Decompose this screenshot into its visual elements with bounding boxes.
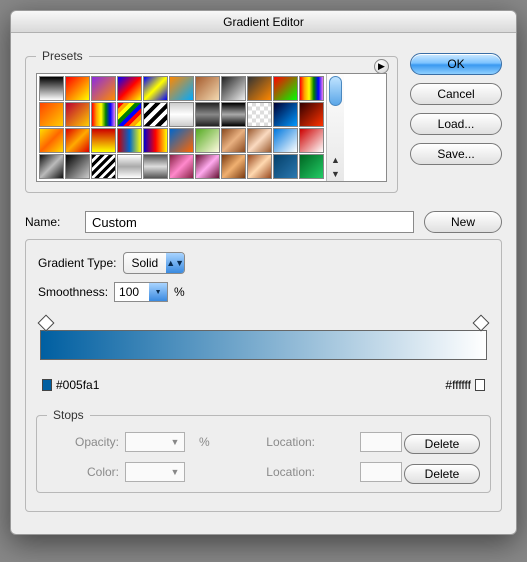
preset-swatch[interactable] bbox=[195, 128, 220, 153]
preset-swatch[interactable] bbox=[195, 102, 220, 127]
preset-swatch[interactable] bbox=[117, 128, 142, 153]
preset-swatch[interactable] bbox=[273, 102, 298, 127]
opacity-location-input[interactable] bbox=[360, 432, 402, 452]
ok-button[interactable]: OK bbox=[410, 53, 502, 75]
preset-swatch[interactable] bbox=[221, 102, 246, 127]
preset-swatch[interactable] bbox=[39, 154, 64, 179]
presets-fieldset: Presets ▶ bbox=[25, 49, 398, 193]
preset-swatch[interactable] bbox=[169, 128, 194, 153]
swatches bbox=[37, 74, 326, 181]
preset-swatch[interactable] bbox=[117, 76, 142, 101]
preset-swatch[interactable] bbox=[221, 76, 246, 101]
load-button[interactable]: Load... bbox=[410, 113, 502, 135]
preset-swatch[interactable] bbox=[273, 76, 298, 101]
cancel-button[interactable]: Cancel bbox=[410, 83, 502, 105]
preset-swatch[interactable] bbox=[247, 128, 272, 153]
color-stop-right-icon[interactable] bbox=[475, 379, 485, 391]
location-label: Location: bbox=[266, 465, 321, 479]
color-input[interactable]: ▼ bbox=[125, 462, 185, 482]
color-label: Color: bbox=[47, 465, 125, 479]
preset-swatch[interactable] bbox=[117, 154, 142, 179]
delete-opacity-stop-button[interactable]: Delete bbox=[404, 434, 480, 454]
gradient-preview-bar[interactable] bbox=[40, 330, 487, 360]
preset-swatch[interactable] bbox=[169, 154, 194, 179]
color-stop-left-icon[interactable] bbox=[42, 379, 52, 391]
location-label: Location: bbox=[266, 435, 321, 449]
preset-swatch[interactable] bbox=[273, 154, 298, 179]
left-color-label: #005fa1 bbox=[56, 378, 99, 392]
scroll-up-icon[interactable]: ▲ bbox=[327, 153, 344, 167]
name-input[interactable] bbox=[85, 211, 414, 233]
gradient-type-value: Solid bbox=[124, 256, 167, 270]
preset-swatch[interactable] bbox=[91, 76, 116, 101]
presets-legend: Presets bbox=[36, 49, 89, 63]
new-button[interactable]: New bbox=[424, 211, 502, 233]
dropdown-icon: ▼ bbox=[166, 463, 184, 481]
presets-grid: ▲ ▼ bbox=[36, 73, 387, 182]
preset-swatch[interactable] bbox=[65, 76, 90, 101]
preset-swatch[interactable] bbox=[143, 154, 168, 179]
opacity-unit: % bbox=[195, 435, 257, 449]
preset-swatch[interactable] bbox=[247, 154, 272, 179]
opacity-label: Opacity: bbox=[47, 435, 125, 449]
preset-swatch[interactable] bbox=[143, 128, 168, 153]
preset-swatch[interactable] bbox=[299, 154, 324, 179]
preset-swatch[interactable] bbox=[65, 128, 90, 153]
preset-swatch[interactable] bbox=[299, 102, 324, 127]
save-button[interactable]: Save... bbox=[410, 143, 502, 165]
preset-swatch[interactable] bbox=[39, 128, 64, 153]
dropdown-icon[interactable]: ▼ bbox=[149, 283, 167, 301]
dropdown-icon: ▼ bbox=[166, 433, 184, 451]
delete-color-stop-button[interactable]: Delete bbox=[404, 464, 480, 484]
color-location-input[interactable] bbox=[360, 462, 402, 482]
updown-icon: ▲▼ bbox=[166, 253, 184, 273]
preset-swatch[interactable] bbox=[299, 76, 324, 101]
preset-swatch[interactable] bbox=[247, 76, 272, 101]
smoothness-input[interactable]: ▼ bbox=[114, 282, 168, 302]
preset-swatch[interactable] bbox=[273, 128, 298, 153]
preset-swatch[interactable] bbox=[117, 102, 142, 127]
gradient-type-select[interactable]: Solid ▲▼ bbox=[123, 252, 186, 274]
preset-swatch[interactable] bbox=[65, 102, 90, 127]
smoothness-value[interactable] bbox=[115, 283, 149, 301]
gradient-settings-fieldset: Gradient Type: Solid ▲▼ Smoothness: ▼ % bbox=[25, 239, 502, 512]
preset-swatch[interactable] bbox=[39, 76, 64, 101]
preset-swatch[interactable] bbox=[221, 154, 246, 179]
smoothness-label: Smoothness: bbox=[38, 285, 108, 299]
opacity-stop-left[interactable] bbox=[38, 315, 55, 332]
stops-fieldset: Stops Opacity: ▼ % Location: % bbox=[36, 408, 491, 493]
preset-swatch[interactable] bbox=[91, 128, 116, 153]
preset-swatch[interactable] bbox=[221, 128, 246, 153]
opacity-input[interactable]: ▼ bbox=[125, 432, 185, 452]
name-label: Name: bbox=[25, 215, 75, 229]
stops-legend: Stops bbox=[47, 408, 90, 422]
preset-swatch[interactable] bbox=[65, 154, 90, 179]
preset-swatch[interactable] bbox=[195, 154, 220, 179]
preset-swatch[interactable] bbox=[39, 102, 64, 127]
smoothness-unit: % bbox=[174, 285, 185, 299]
scroll-thumb[interactable] bbox=[329, 76, 342, 106]
preset-swatch[interactable] bbox=[91, 154, 116, 179]
preset-swatch[interactable] bbox=[169, 76, 194, 101]
gradient-editor-window: Gradient Editor Presets ▶ bbox=[10, 10, 517, 535]
presets-scrollbar[interactable]: ▲ ▼ bbox=[326, 74, 344, 181]
preset-swatch[interactable] bbox=[247, 102, 272, 127]
preset-swatch[interactable] bbox=[91, 102, 116, 127]
preset-swatch[interactable] bbox=[195, 76, 220, 101]
gradient-type-label: Gradient Type: bbox=[38, 256, 117, 270]
opacity-stop-right[interactable] bbox=[473, 315, 490, 332]
preset-swatch[interactable] bbox=[143, 76, 168, 101]
preset-swatch[interactable] bbox=[143, 102, 168, 127]
right-color-label: #ffffff bbox=[445, 378, 471, 392]
presets-flyout-icon[interactable]: ▶ bbox=[374, 59, 389, 74]
preset-swatch[interactable] bbox=[299, 128, 324, 153]
window-title: Gradient Editor bbox=[11, 11, 516, 33]
scroll-down-icon[interactable]: ▼ bbox=[327, 167, 344, 181]
preset-swatch[interactable] bbox=[169, 102, 194, 127]
